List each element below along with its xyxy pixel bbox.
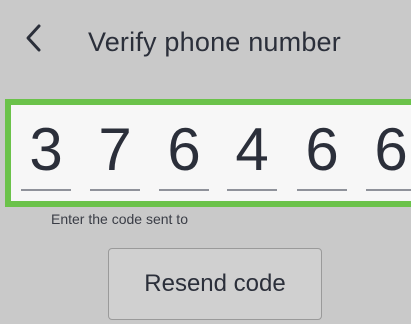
code-digit-value: 4: [235, 116, 269, 183]
code-digit-underline: [227, 189, 277, 191]
code-digit-underline: [159, 189, 209, 191]
code-digit-underline: [366, 189, 411, 191]
top-bar: Verify phone number: [0, 0, 411, 84]
code-digit-value: 3: [29, 116, 63, 183]
page-title: Verify phone number: [88, 27, 341, 57]
code-digit-underline: [297, 189, 347, 191]
code-digit-3[interactable]: 6: [159, 105, 209, 201]
code-digit-1[interactable]: 3: [21, 105, 71, 201]
resend-code-button[interactable]: Resend code: [108, 248, 322, 320]
code-digit-4[interactable]: 4: [227, 105, 277, 201]
code-digit-underline: [21, 189, 71, 191]
helper-text: Enter the code sent to: [51, 211, 188, 227]
code-digit-value: 6: [167, 116, 201, 183]
code-digits: 3 7 6 4 6 6: [11, 105, 411, 201]
code-digit-6[interactable]: 6: [366, 105, 411, 201]
code-digit-underline: [90, 189, 140, 191]
code-digit-value: 7: [98, 116, 132, 183]
code-digit-2[interactable]: 7: [90, 105, 140, 201]
verification-code-field[interactable]: 3 7 6 4 6 6: [5, 99, 411, 207]
code-digit-value: 6: [305, 116, 339, 183]
chevron-left-icon: [24, 23, 44, 58]
code-digit-5[interactable]: 6: [297, 105, 347, 201]
code-digit-value: 6: [374, 116, 408, 183]
back-button[interactable]: [20, 22, 48, 58]
